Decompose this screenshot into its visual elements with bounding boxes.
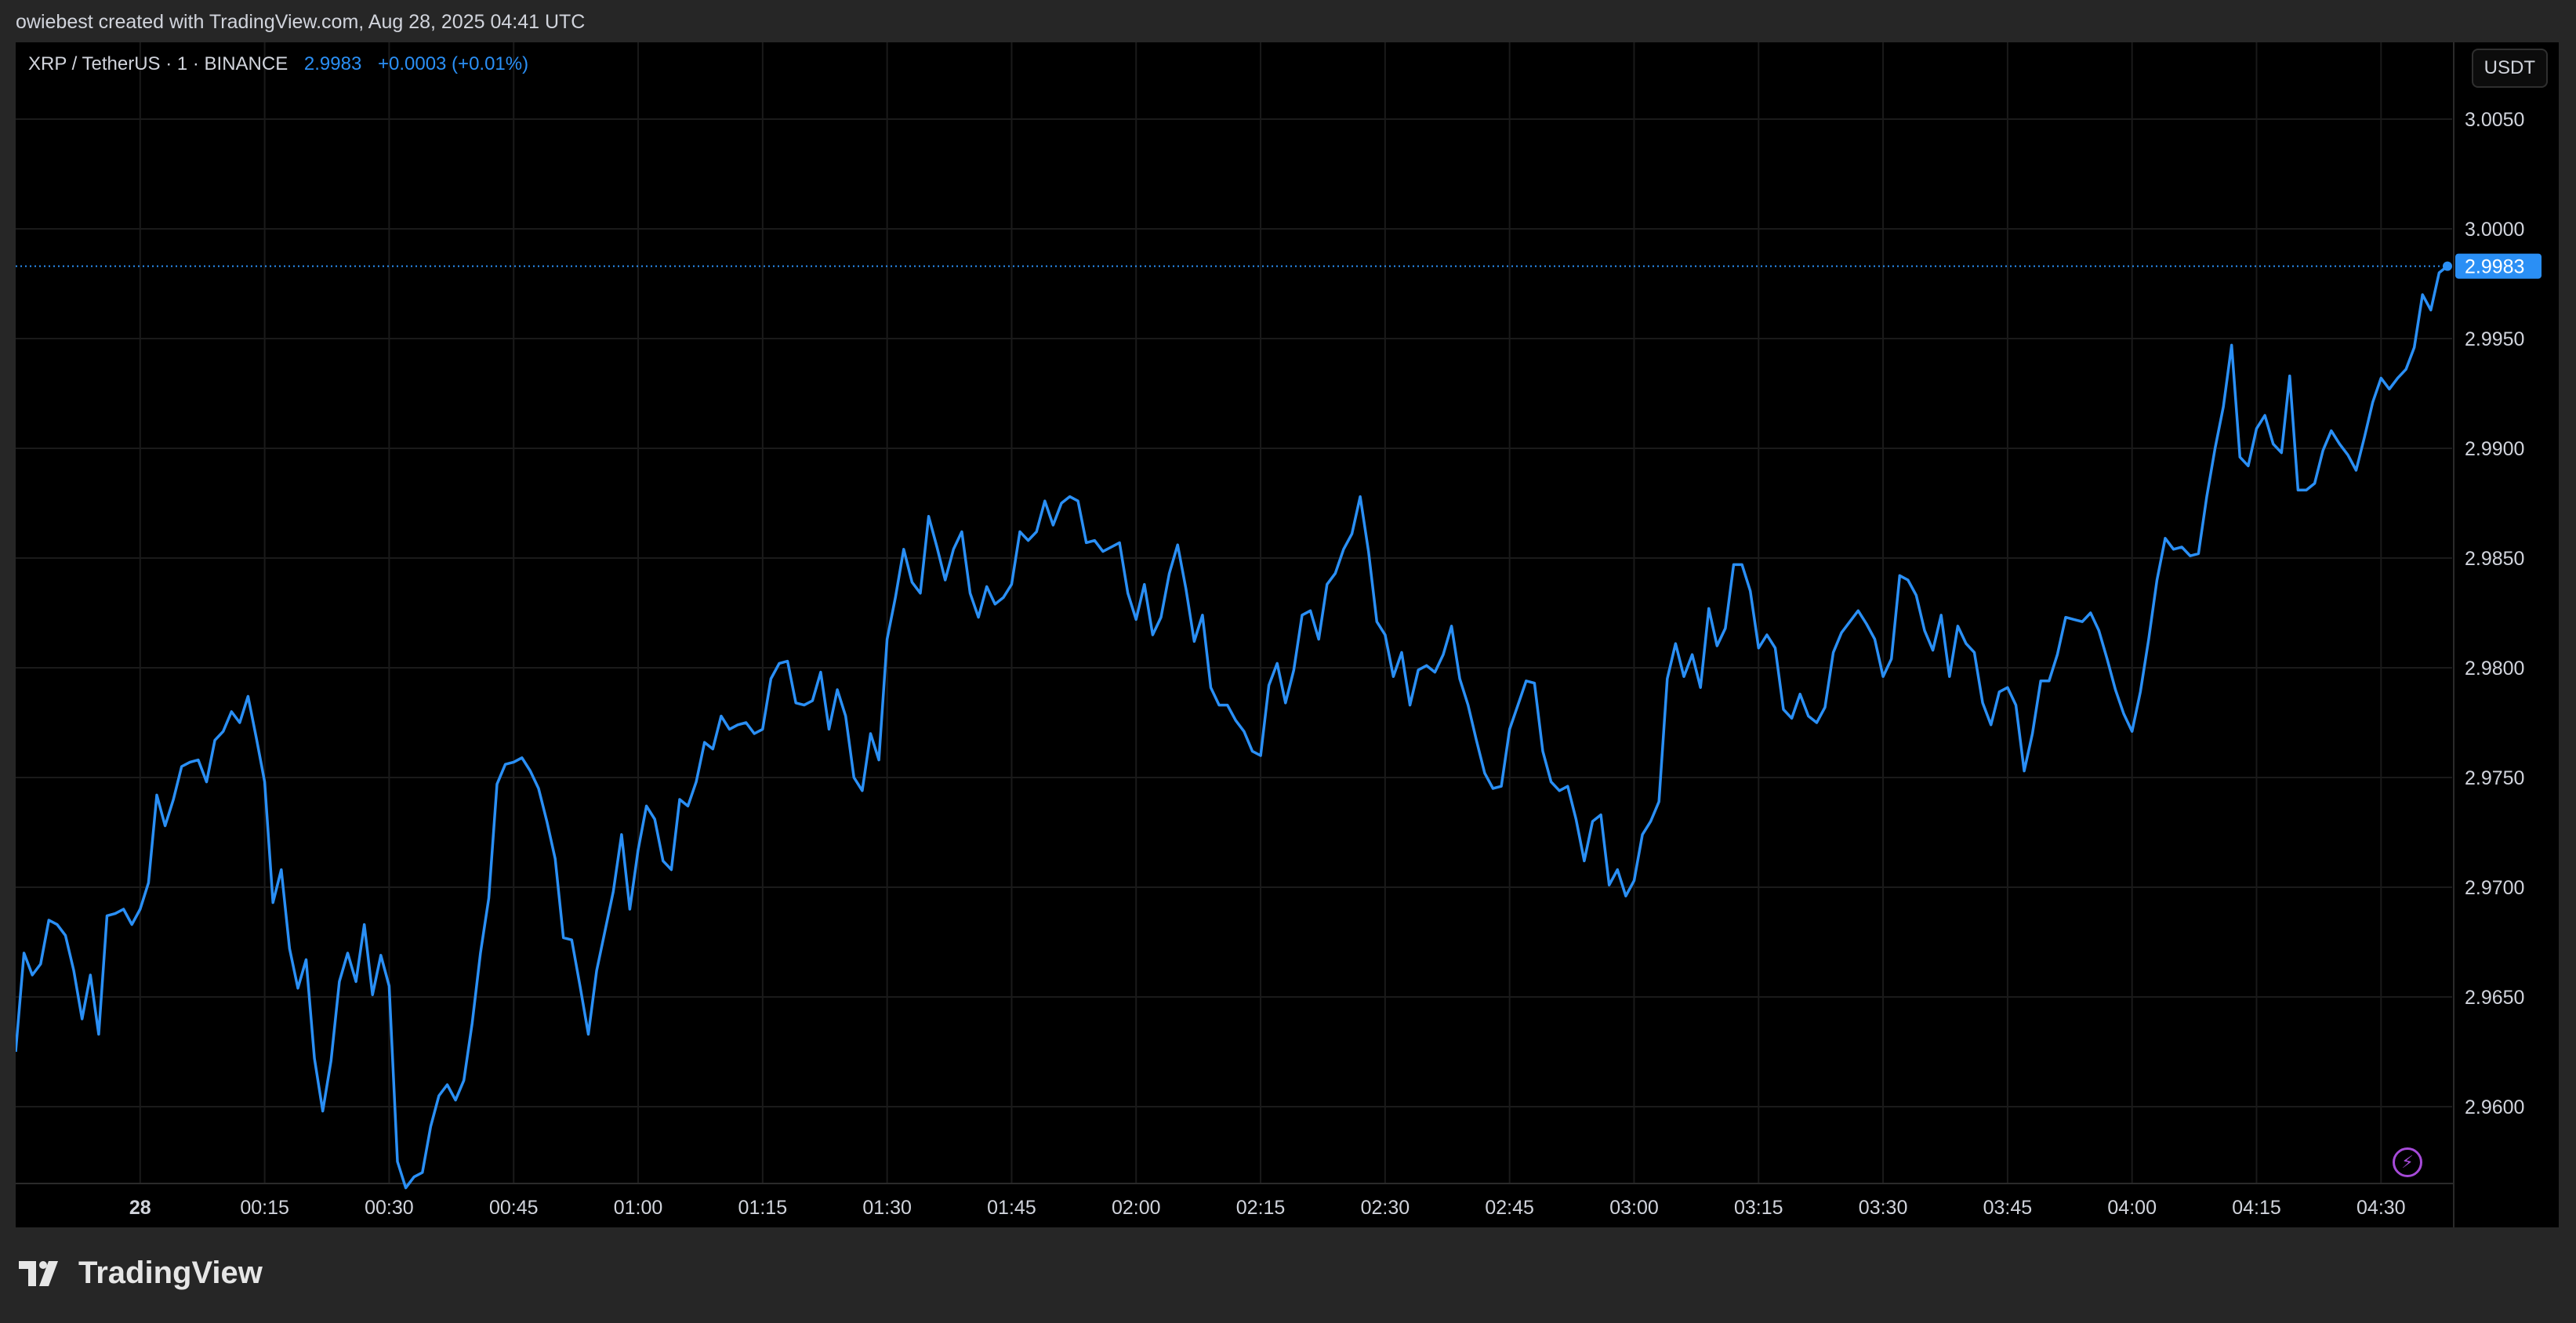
time-tick-label: 01:15	[738, 1197, 788, 1219]
price-series-line	[16, 265, 2449, 1190]
price-tick-label: 3.0050	[2465, 109, 2524, 131]
last-price-badge: 2.9983	[2455, 253, 2542, 279]
time-tick-label: 02:00	[1112, 1197, 1161, 1219]
price-tick-label: 2.9700	[2465, 877, 2524, 899]
price-tick-label: 3.0000	[2465, 219, 2524, 241]
price-tick-label: 2.9600	[2465, 1096, 2524, 1118]
price-tick-label: 2.9850	[2465, 548, 2524, 570]
grid-lines	[16, 42, 2452, 1183]
price-tick-label: 2.9800	[2465, 658, 2524, 680]
currency-button[interactable]: USDT	[2471, 49, 2548, 88]
last-price-dot	[2443, 261, 2452, 271]
price-tick-label: 2.9650	[2465, 987, 2524, 1009]
time-tick-label: 00:15	[240, 1197, 289, 1219]
chart-caption: owiebest created with TradingView.com, A…	[16, 11, 586, 33]
tradingview-brand[interactable]: TradingView	[17, 1256, 263, 1291]
price-tick-label: 2.9750	[2465, 767, 2524, 789]
time-tick-label: 04:15	[2232, 1197, 2281, 1219]
time-tick-label: 03:30	[1859, 1197, 1908, 1219]
lightning-bolt-icon[interactable]: ⚡	[2393, 1147, 2422, 1177]
last-price-badge-label: 2.9983	[2465, 256, 2524, 278]
symbol-name[interactable]: XRP / TetherUS · 1 · BINANCE	[28, 53, 288, 74]
time-tick-label: 04:00	[2107, 1197, 2157, 1219]
time-tick-label: 02:30	[1361, 1197, 1410, 1219]
time-tick-label: 01:00	[614, 1197, 663, 1219]
time-tick-label: 03:45	[1983, 1197, 2033, 1219]
time-tick-label: 03:00	[1609, 1197, 1659, 1219]
price-chart[interactable]: 3.0050 3.0000 2.9950 2.9900 2.9850 2.9800 2.97…	[16, 42, 2559, 1227]
legend-change: +0.0003 (+0.01%)	[377, 53, 529, 74]
time-tick-label: 02:45	[1485, 1197, 1534, 1219]
time-axis[interactable]: 28 00:15 00:30 00:45 01:00 01:15 01:30 01:45 02:…	[129, 1197, 2406, 1219]
time-tick-label: 00:45	[489, 1197, 539, 1219]
legend-price: 2.9983	[303, 53, 362, 74]
time-tick-label: 00:30	[365, 1197, 414, 1219]
time-tick-label: 01:30	[862, 1197, 912, 1219]
symbol-legend[interactable]: XRP / TetherUS · 1 · BINANCE 2.9983 +0.0…	[28, 53, 528, 75]
chart-panel[interactable]: 3.0050 3.0000 2.9950 2.9900 2.9850 2.9800 2.97…	[16, 42, 2559, 1227]
tradingview-wordmark: TradingView	[78, 1256, 263, 1290]
price-tick-label: 2.9900	[2465, 438, 2524, 460]
time-tick-label: 01:45	[987, 1197, 1036, 1219]
tradingview-logo-icon	[19, 1260, 58, 1286]
time-tick-label: 02:15	[1236, 1197, 1286, 1219]
time-tick-label: 03:15	[1734, 1197, 1783, 1219]
time-tick-label: 04:30	[2356, 1197, 2406, 1219]
time-tick-label: 28	[129, 1197, 151, 1219]
price-tick-label: 2.9950	[2465, 328, 2524, 350]
